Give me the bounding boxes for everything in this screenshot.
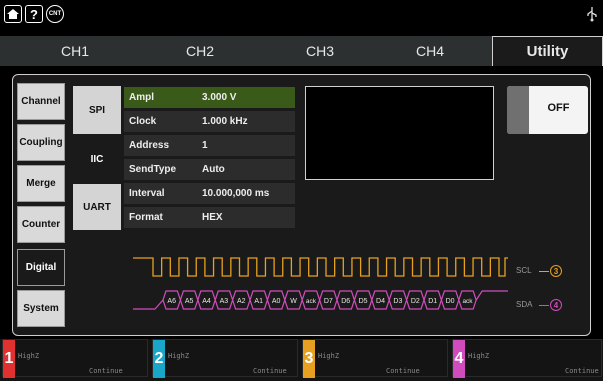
sda-bit-label: D1 [428,298,437,305]
channel-4-state: HighZ [468,352,490,360]
sda-bit-label: A1 [254,298,263,305]
sda-bit-label: D7 [324,298,333,305]
channel-3-state: HighZ [318,352,340,360]
sda-connector [539,305,549,306]
channel-1-state: HighZ [18,352,40,360]
channel-2-mode: Continue [253,367,287,375]
sda-channel-badge: 4 [550,299,562,311]
sda-bit-label: W [290,298,297,305]
channel-3-number: 3 [303,340,315,378]
channel-status-bar: 1 HighZ Continue 2 HighZ Continue 3 High… [0,339,603,381]
waveform-display: A6 A5 A4 A3 A2 A1 A0 Wack D7 D6 D5 D4 D3 D2 D1 D0 ack [133,257,508,310]
scl-label: SCL [516,266,532,275]
scl-channel-badge: 3 [550,265,562,277]
sda-bit-label: A6 [167,298,176,305]
sda-bit-label: D0 [446,298,455,305]
sda-bit-label: D6 [341,298,350,305]
scl-clock-trace [133,257,508,277]
sda-bit-label: D2 [411,298,420,305]
channel-4-status[interactable]: 4 HighZ Continue [452,339,602,378]
sda-bit-label: A4 [202,298,211,305]
channel-1-number: 1 [3,340,15,378]
scl-connector [539,271,549,272]
channel-1-mode: Continue [89,367,123,375]
sda-bit-label: D3 [393,298,402,305]
sda-waveform: A6 A5 A4 A3 A2 A1 A0 Wack D7 D6 D5 D4 D3 D2 D1 D0 ack [133,290,508,310]
sda-bit-label: A0 [272,298,281,305]
sda-label: SDA [516,300,533,309]
channel-2-number: 2 [153,340,165,378]
channel-2-state: HighZ [168,352,190,360]
sda-bit-label: A2 [237,298,246,305]
sda-bit-label: A3 [220,298,229,305]
channel-4-number: 4 [453,340,465,378]
sda-bit-label: D5 [359,298,368,305]
channel-1-status[interactable]: 1 HighZ Continue [2,339,148,378]
sda-bit-label: D4 [376,298,385,305]
sda-bit-label: ack [306,298,317,305]
sda-bit-label: A5 [185,298,194,305]
channel-3-mode: Continue [386,367,420,375]
scl-waveform [133,257,508,277]
sda-bit-label: ack [462,298,473,305]
channel-3-status[interactable]: 3 HighZ Continue [302,339,448,378]
channel-4-mode: Continue [565,367,599,375]
channel-2-status[interactable]: 2 HighZ Continue [152,339,298,378]
